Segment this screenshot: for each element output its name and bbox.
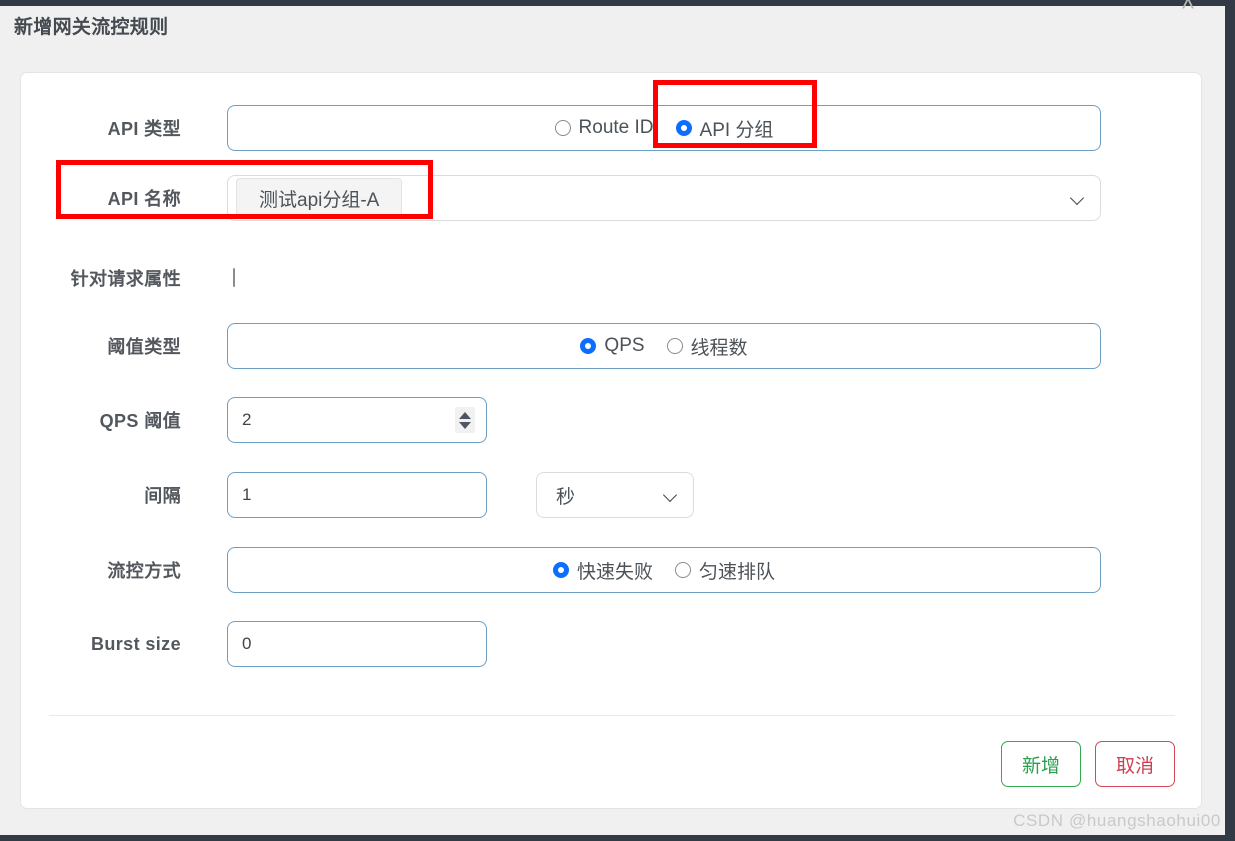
radio-dot-fast-fail[interactable] (552, 562, 569, 578)
radio-option-thread-count[interactable]: 线程数 (666, 333, 748, 360)
window-bottom-edge (0, 835, 1235, 841)
dialog-title: 新增网关流控规则 (14, 17, 169, 38)
input-qps-threshold[interactable] (227, 397, 487, 443)
radio-dot-route-id[interactable] (554, 120, 571, 136)
field-interval-unit: 秒 (536, 472, 694, 518)
label-qps-threshold: QPS 阈值 (99, 411, 181, 431)
screen: 新增网关流控规则 ^ API 类型 Route ID API 分组 API 名称… (0, 0, 1235, 841)
label-api-type: API 类型 (107, 119, 181, 139)
label-threshold-type: 阈值类型 (107, 337, 181, 357)
label-request-attribute: 针对请求属性 (70, 269, 181, 289)
add-gateway-flow-rule-dialog: 新增网关流控规则 ^ API 类型 Route ID API 分组 API 名称… (0, 0, 1225, 835)
chevron-down-icon[interactable] (1072, 193, 1084, 205)
radio-option-rate-limiter[interactable]: 匀速排队 (675, 557, 775, 584)
form-row-threshold-type: 阈值类型 QPS 线程数 (21, 319, 1201, 373)
chevron-down-icon-unit[interactable] (665, 490, 677, 502)
radio-group-api-type[interactable]: Route ID API 分组 (227, 105, 1101, 151)
radio-group-threshold-type[interactable]: QPS 线程数 (227, 323, 1101, 369)
stepper-up-icon[interactable] (459, 411, 471, 419)
close-icon[interactable]: ^ (1173, 0, 1203, 20)
checkbox-request-attribute[interactable] (233, 268, 235, 287)
form-row-burst-size: Burst size (21, 617, 1201, 671)
radio-label-api-group: API 分组 (699, 119, 774, 141)
dialog-header: 新增网关流控规则 ^ (0, 0, 1225, 52)
field-api-type: Route ID API 分组 (227, 105, 1101, 151)
qps-threshold-stepper[interactable] (455, 407, 475, 433)
form-row-request-attribute: 针对请求属性 (21, 251, 1201, 305)
select-api-name[interactable]: 测试api分组-A (227, 175, 1101, 221)
select-api-name-value: 测试api分组-A (236, 177, 403, 219)
form-row-interval: 间隔 秒 (21, 468, 1201, 522)
label-interval: 间隔 (144, 486, 181, 506)
form-row-api-name: API 名称 测试api分组-A (21, 171, 1201, 225)
field-control-behavior: 快速失败 匀速排队 (227, 547, 1101, 593)
radio-label-qps: QPS (604, 335, 645, 356)
field-api-name: 测试api分组-A (227, 175, 1101, 221)
input-burst-size[interactable] (227, 621, 487, 667)
field-qps-threshold (227, 397, 487, 443)
radio-option-route-id[interactable]: Route ID (554, 117, 654, 139)
select-interval-unit[interactable]: 秒 (536, 472, 694, 518)
field-request-attribute (233, 268, 235, 287)
select-interval-unit-value: 秒 (556, 486, 576, 508)
label-api-name: API 名称 (107, 189, 181, 209)
watermark: CSDN @huangshaohui00 (1013, 811, 1221, 830)
radio-dot-api-group[interactable] (675, 120, 692, 136)
label-control-behavior: 流控方式 (107, 561, 181, 581)
form-row-api-type: API 类型 Route ID API 分组 (21, 101, 1201, 155)
field-burst-size (227, 621, 487, 667)
radio-option-fast-fail[interactable]: 快速失败 (552, 557, 653, 584)
field-threshold-type: QPS 线程数 (227, 323, 1101, 369)
dialog-body-card: API 类型 Route ID API 分组 API 名称 测试api分组-A … (20, 72, 1202, 809)
radio-label-route-id: Route ID (578, 117, 654, 138)
radio-group-control-behavior[interactable]: 快速失败 匀速排队 (227, 547, 1101, 593)
footer-divider (49, 715, 1175, 716)
radio-option-qps[interactable]: QPS (580, 335, 645, 357)
label-burst-size: Burst size (90, 633, 181, 654)
radio-label-thread-count: 线程数 (690, 337, 748, 359)
radio-label-fast-fail: 快速失败 (576, 561, 653, 583)
radio-dot-rate-limiter[interactable] (675, 562, 691, 578)
cancel-button[interactable]: 取消 (1095, 741, 1175, 787)
field-interval (227, 472, 487, 518)
radio-dot-thread-count[interactable] (666, 338, 683, 354)
form-row-control-behavior: 流控方式 快速失败 匀速排队 (21, 543, 1201, 597)
radio-label-rate-limiter: 匀速排队 (699, 561, 776, 583)
window-right-edge (1225, 0, 1235, 841)
radio-option-api-group[interactable]: API 分组 (675, 115, 774, 142)
input-interval[interactable] (227, 472, 487, 518)
create-button[interactable]: 新增 (1001, 741, 1081, 787)
stepper-down-icon[interactable] (459, 421, 471, 429)
form-row-qps-threshold: QPS 阈值 (21, 393, 1201, 447)
dialog-footer: 新增 取消 (1001, 741, 1175, 787)
radio-dot-qps[interactable] (580, 338, 597, 354)
